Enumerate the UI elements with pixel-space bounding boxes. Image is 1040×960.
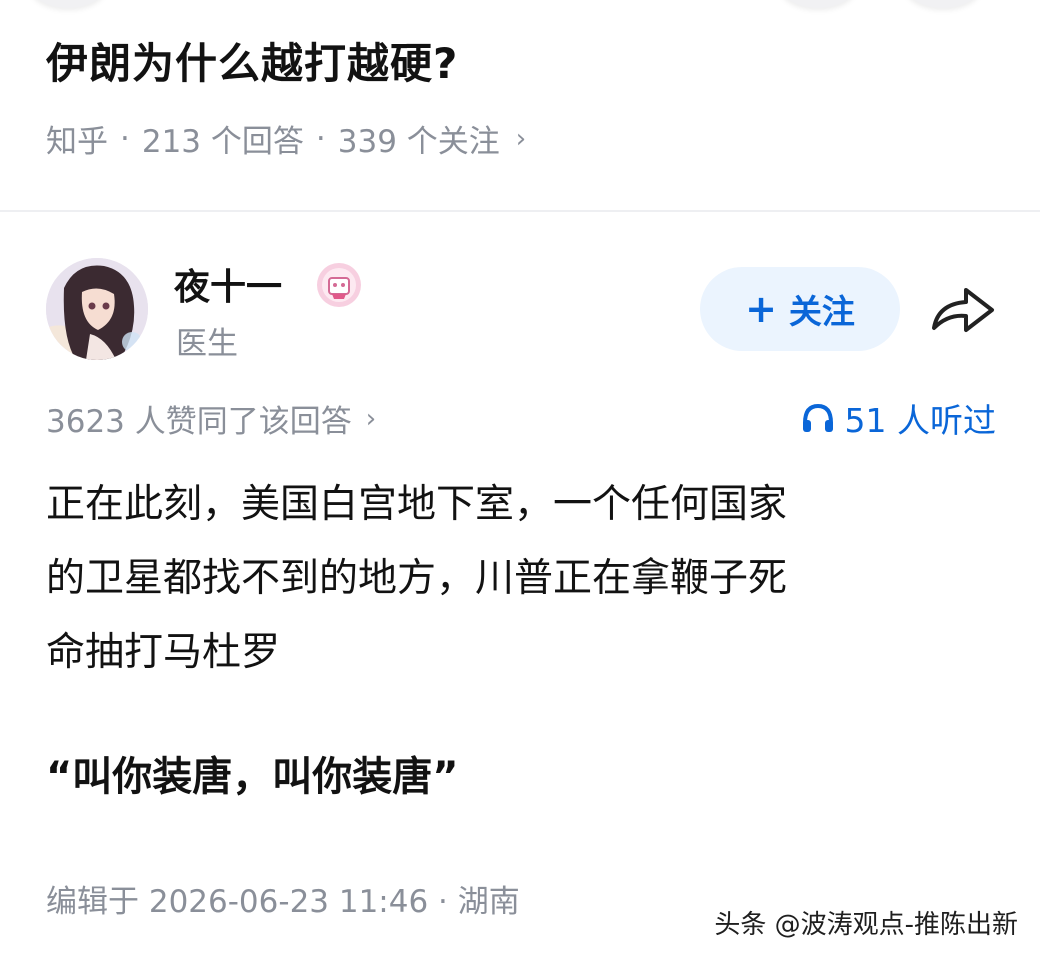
question-title[interactable]: 伊朗为什么越打越硬? [46, 30, 458, 91]
separator-dot: · [120, 120, 130, 157]
author-title: 医生 [176, 326, 238, 362]
top-action-circle-left[interactable] [30, 0, 106, 8]
edit-info: 编辑于 2026-06-23 11:46 · 湖南 [46, 884, 520, 920]
answer-quote: “叫你装唐，叫你装唐” [46, 754, 459, 800]
answer-line: 的卫星都找不到的地方，川普正在拿鞭子死 [46, 556, 788, 601]
headphones-icon [802, 403, 833, 432]
plus-icon: + [745, 287, 777, 331]
badge-icon [316, 262, 362, 308]
vote-count[interactable]: 3623 人赞同了该回答 › [46, 396, 376, 441]
watermark: 头条 @波涛观点-推陈出新 [714, 910, 1018, 940]
vote-count-label: 3623 人赞同了该回答 [46, 404, 352, 440]
listen-count[interactable]: 51 人听过 [801, 394, 996, 442]
answer-count: 213 个回答 [141, 124, 304, 160]
chevron-right-icon: › [365, 403, 377, 434]
author-name[interactable]: 夜十一 [174, 258, 282, 310]
avatar[interactable] [46, 258, 148, 360]
follower-count: 339 个关注 [337, 124, 500, 160]
answer-line: 正在此刻，美国白宫地下室，一个任何国家 [46, 482, 788, 527]
chevron-right-icon: › [515, 123, 527, 154]
top-action-circle-right-2[interactable] [905, 0, 981, 8]
share-icon[interactable] [928, 282, 998, 338]
source-label: 知乎 [46, 124, 108, 160]
follow-label: 关注 [788, 292, 855, 331]
follow-button[interactable]: + 关注 [700, 267, 900, 351]
question-meta[interactable]: 知乎 · 213 个回答 · 339 个关注 › [46, 116, 526, 161]
top-action-circle-right-1[interactable] [780, 0, 856, 8]
answer-line: 命抽打马杜罗 [46, 630, 281, 675]
section-divider [0, 210, 1040, 212]
listen-count-label: 51 人听过 [844, 401, 996, 440]
separator-dot: · [315, 120, 326, 157]
answer-body: 正在此刻，美国白宫地下室，一个任何国家 的卫星都找不到的地方，川普正在拿鞭子死 … [46, 468, 986, 690]
